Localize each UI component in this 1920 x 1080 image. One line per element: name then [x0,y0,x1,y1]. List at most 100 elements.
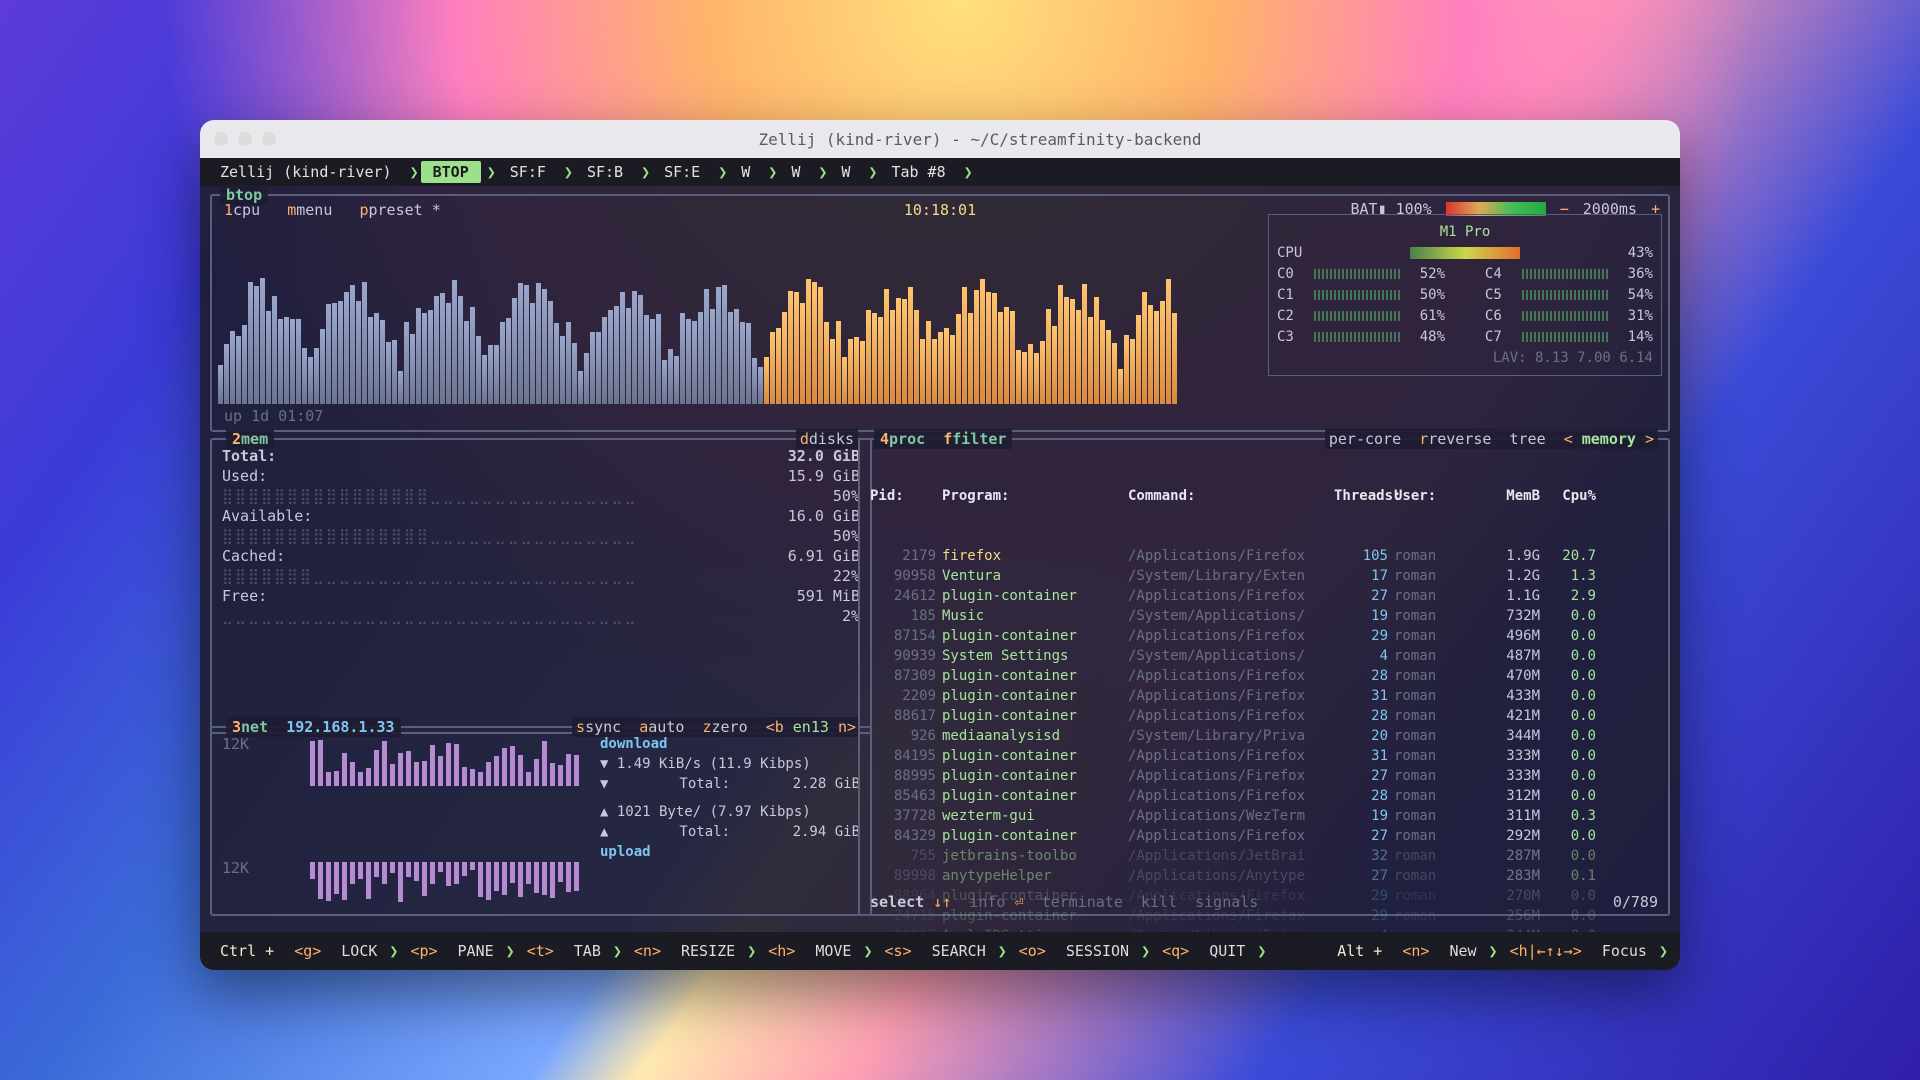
cpu-graph-bar [860,341,865,404]
net-zero[interactable]: zero [712,718,748,736]
tab-btop[interactable]: BTOP [421,161,481,183]
table-row[interactable]: 185Music/System/Applications/19roman732M… [870,606,1658,626]
cpu-graph-bar [386,342,391,404]
table-row[interactable]: 2179firefox/Applications/Firefox105roman… [870,546,1658,566]
table-row[interactable]: 84329plugin-container/Applications/Firef… [870,826,1658,846]
table-row[interactable]: 90939System Settings/System/Applications… [870,646,1658,666]
tab-w[interactable]: W [829,161,862,183]
tab-sf-e[interactable]: SF:E [652,161,712,183]
net-graph-bar [478,772,483,786]
tab-sf-b[interactable]: SF:B [575,161,635,183]
col-user[interactable]: User: [1394,486,1470,506]
shortcut-search[interactable]: SEARCH [922,940,996,962]
table-row[interactable]: 755jetbrains-toolbo/Applications/JetBrai… [870,846,1658,866]
table-row[interactable]: 87154plugin-container/Applications/Firef… [870,626,1658,646]
net-graph-bar [366,862,371,899]
tree[interactable]: tree [1510,430,1546,448]
signals-label[interactable]: signals [1195,893,1258,911]
net-sync[interactable]: sync [585,718,621,736]
cpu-graph-bar [1124,335,1129,404]
cpu-graph-bar [968,313,973,404]
cpu-graph-bar [830,339,835,404]
mem-cached: 6.91 GiB [788,546,860,566]
terminate-label[interactable]: terminate [1042,893,1123,911]
chevron-right-icon: ❯ [766,163,779,181]
table-row[interactable]: 37728wezterm-gui/Applications/WezTerm19r… [870,806,1658,826]
shortcut-resize[interactable]: RESIZE [671,940,745,962]
shortcut-focus[interactable]: Focus [1592,940,1657,962]
cpu-graph-bar [368,317,373,404]
disks-label[interactable]: disks [809,430,854,448]
col-threads[interactable]: Threads: [1334,486,1388,506]
cpu-graph-bar [854,337,859,404]
cpu-graph-bar [716,287,721,404]
shortcut-new[interactable]: New [1439,940,1486,962]
shortcut-pane[interactable]: PANE [448,940,504,962]
net-graph-bar [406,751,411,786]
cpu-graph-bar [1142,292,1147,404]
table-row[interactable]: 90958Ventura/System/Library/Exten17roman… [870,566,1658,586]
per-core[interactable]: per-core [1329,430,1401,448]
tab-tab-8[interactable]: Tab #8 [879,161,957,183]
col-command[interactable]: Command: [1128,486,1328,506]
table-row[interactable]: 24612plugin-container/Applications/Firef… [870,586,1658,606]
titlebar[interactable]: Zellij (kind-river) - ~/C/streamfinity-b… [200,120,1680,158]
shortcut-move[interactable]: MOVE [805,940,861,962]
tab-sf-f[interactable]: SF:F [498,161,558,183]
reverse[interactable]: reverse [1428,430,1491,448]
cpu-graph-bar [446,303,451,404]
cpu-graph-bar [944,328,949,404]
shortcut-tab[interactable]: TAB [564,940,611,962]
cpu-graph-bar [980,279,985,404]
shortcut-lock[interactable]: LOCK [331,940,387,962]
session-name: Zellij (kind-river) [208,161,404,183]
cpu-graph-bar [938,332,943,404]
table-row[interactable]: 88995plugin-container/Applications/Firef… [870,766,1658,786]
net-iface[interactable]: en13 [793,718,829,736]
proc-label[interactable]: proc [889,430,925,448]
kill-label[interactable]: kill [1141,893,1177,911]
shortcut-session[interactable]: SESSION [1056,940,1139,962]
minimize-icon[interactable] [238,132,252,146]
window-title: Zellij (kind-river) - ~/C/streamfinity-b… [294,130,1666,149]
table-row[interactable]: 2209plugin-container/Applications/Firefo… [870,686,1658,706]
cpu-graph-bar [602,317,607,404]
col-pid[interactable]: Pid: [870,486,936,506]
cpu-graph-bar [656,314,661,405]
net-graph-bar [534,862,539,893]
close-icon[interactable] [214,132,228,146]
tab-w[interactable]: W [779,161,812,183]
col-program[interactable]: Program: [942,486,1122,506]
tab-w[interactable]: W [729,161,762,183]
net-graph-bar [510,746,515,786]
col-cpu[interactable]: Cpu% [1546,486,1596,506]
col-memb[interactable]: MemB [1476,486,1540,506]
net-graph-bar [566,862,571,892]
info-label[interactable]: info [969,893,1005,911]
select-label[interactable]: select [870,893,924,911]
cpu-graph-bar [224,344,229,404]
table-row[interactable]: 926mediaanalysisd/System/Library/Priva20… [870,726,1658,746]
net-label[interactable]: net [241,718,268,736]
cpu-graph-bar [296,319,301,404]
shortcut-quit[interactable]: QUIT [1199,940,1255,962]
table-row[interactable]: 85463plugin-container/Applications/Firef… [870,786,1658,806]
table-row[interactable]: 84195plugin-container/Applications/Firef… [870,746,1658,766]
net-auto[interactable]: auto [648,718,684,736]
net-graph-bar [382,862,387,884]
cpu-graph-bar [1064,297,1069,404]
mem-label[interactable]: mem [241,430,268,448]
table-row[interactable]: 89998anytypeHelper/Applications/Anytype2… [870,866,1658,886]
cpu-graph-bar [314,348,319,404]
cpu-graph-bar [1004,307,1009,404]
chevron-right-icon: ❯ [866,163,879,181]
sort-column[interactable]: memory [1582,430,1636,448]
filter-label[interactable]: filter [952,430,1006,448]
zoom-icon[interactable] [262,132,276,146]
mem-used: 15.9 GiB [788,466,860,486]
cpu-graph-bar [392,340,397,404]
core-row: C348%C714% [1277,327,1653,347]
table-row[interactable]: 87309plugin-container/Applications/Firef… [870,666,1658,686]
table-row[interactable]: 88617plugin-container/Applications/Firef… [870,706,1658,726]
shortcut-key: <h|←↑↓→> [1500,940,1592,962]
